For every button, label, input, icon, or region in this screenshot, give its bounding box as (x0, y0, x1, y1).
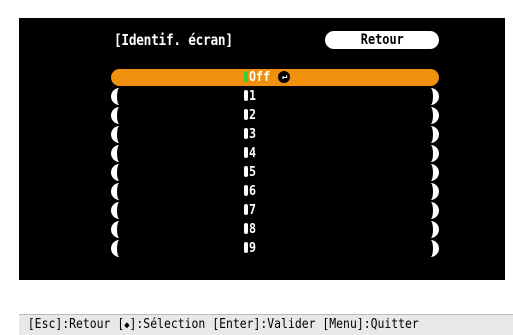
radio-icon (244, 204, 248, 215)
radio-icon (244, 242, 248, 253)
option-2[interactable]: 2 (111, 107, 439, 124)
back-button[interactable]: Retour (325, 31, 439, 49)
radio-icon (244, 109, 248, 120)
radio-selected-icon (244, 71, 248, 82)
option-1[interactable]: 1 (111, 88, 439, 105)
option-label: 7 (249, 203, 257, 218)
help-select: [◆]:Sélection (117, 317, 205, 332)
screen-id-options: Off ↵ 1 2 3 4 5 6 7 8 9 (111, 69, 439, 259)
radio-icon (244, 185, 248, 196)
radio-icon (244, 90, 248, 101)
option-label: 4 (249, 146, 257, 161)
option-3[interactable]: 3 (111, 126, 439, 143)
option-5[interactable]: 5 (111, 164, 439, 181)
option-label: 2 (249, 108, 257, 123)
option-label: 5 (249, 165, 257, 180)
help-bar: [Esc]:Retour [◆]:Sélection [Enter]:Valid… (19, 314, 513, 335)
option-label: Off (249, 70, 271, 85)
option-label: 6 (249, 184, 257, 199)
top-border (0, 0, 513, 18)
menu-title: [Identif. écran] (114, 31, 233, 49)
help-enter: [Enter]:Valider (212, 317, 316, 332)
enter-icon: ↵ (278, 70, 291, 83)
radio-icon (244, 166, 248, 177)
option-6[interactable]: 6 (111, 183, 439, 200)
option-label: 8 (249, 222, 257, 237)
radio-icon (244, 147, 248, 158)
option-9[interactable]: 9 (111, 240, 439, 257)
option-label: 3 (249, 127, 257, 142)
option-label: 1 (249, 89, 257, 104)
option-4[interactable]: 4 (111, 145, 439, 162)
help-menu: [Menu]:Quitter (322, 317, 419, 332)
help-esc: [Esc]:Retour (27, 317, 111, 332)
option-off[interactable]: Off ↵ (111, 69, 439, 86)
option-7[interactable]: 7 (111, 202, 439, 219)
radio-icon (244, 128, 248, 139)
back-button-label: Retour (360, 32, 404, 48)
radio-icon (244, 223, 248, 234)
right-border (505, 0, 513, 298)
option-8[interactable]: 8 (111, 221, 439, 238)
option-label: 9 (249, 241, 257, 256)
